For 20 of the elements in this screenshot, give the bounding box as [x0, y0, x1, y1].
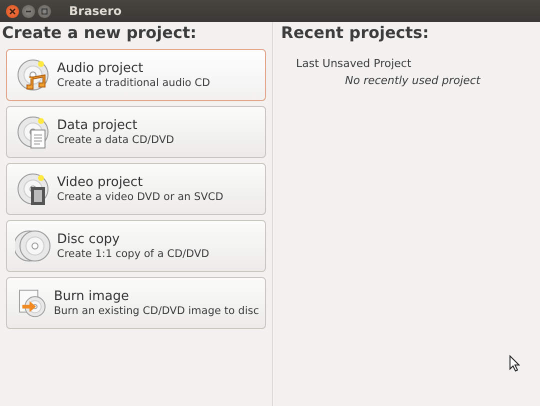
minimize-button[interactable] — [22, 4, 35, 18]
mouse-pointer-icon — [509, 355, 520, 372]
window-title: Brasero — [69, 4, 122, 18]
maximize-icon — [41, 8, 48, 14]
empty-message: No recently used project — [345, 74, 482, 87]
section-heading: Recent projects: — [281, 23, 430, 42]
recent-project-item[interactable]: Last Unsaved Project — [296, 57, 540, 70]
project-button[interactable]: Video project Create a video DVD or an SVCD — [6, 163, 266, 215]
close-icon — [9, 8, 16, 14]
project-button[interactable]: Data project Create a data CD/DVD — [6, 106, 266, 158]
disc-film-icon — [15, 171, 51, 207]
disc-music-icon — [15, 57, 51, 93]
section-heading: Create a new project: — [2, 23, 198, 42]
project-button[interactable]: Disc copy Create 1:1 copy of a CD/DVD — [6, 220, 266, 272]
close-button[interactable] — [6, 4, 19, 18]
disc-document-icon — [15, 114, 51, 150]
discs-icon — [15, 228, 51, 264]
maximize-button[interactable] — [38, 4, 51, 18]
project-button[interactable]: Audio project Create a traditional audio CD — [6, 49, 266, 101]
project-button[interactable]: Burn image Burn an existing CD/DVD image to disc — [6, 277, 266, 329]
